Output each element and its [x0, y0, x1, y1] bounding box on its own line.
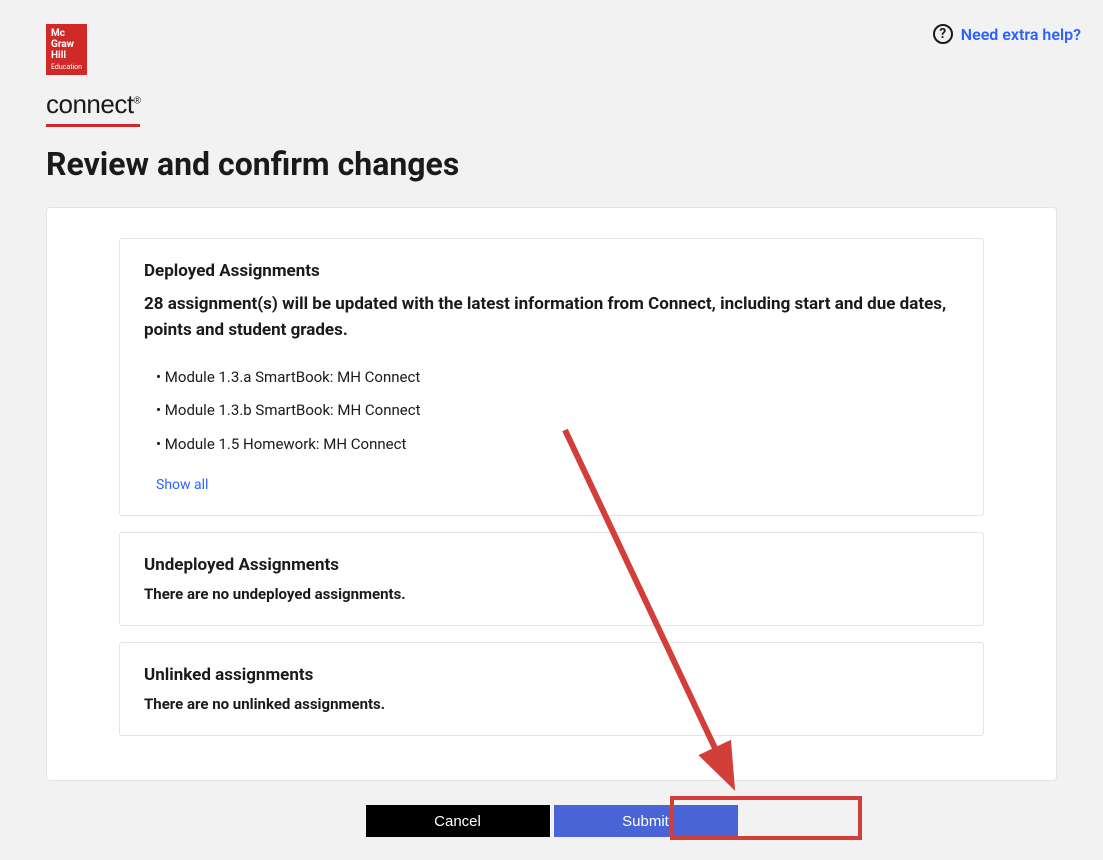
undeployed-assignments-card: Undeployed Assignments There are no unde… [119, 532, 984, 626]
deployed-title: Deployed Assignments [144, 261, 959, 281]
logo-block: McGrawHillEducation connect® [46, 24, 140, 145]
unlinked-assignments-card: Unlinked assignments There are no unlink… [119, 642, 984, 736]
list-item: Module 1.5 Homework: MH Connect [156, 435, 959, 455]
list-item: Module 1.3.b SmartBook: MH Connect [156, 401, 959, 421]
help-icon: ? [933, 24, 953, 44]
connect-brand: connect® [46, 89, 140, 127]
list-item: Module 1.3.a SmartBook: MH Connect [156, 368, 959, 388]
mcgraw-hill-logo: McGrawHillEducation [46, 24, 87, 75]
page-title: Review and confirm changes [0, 145, 1103, 183]
undeployed-empty: There are no undeployed assignments. [144, 585, 959, 603]
header-row: McGrawHillEducation connect® ? Need extr… [0, 0, 1103, 145]
deployed-list: Module 1.3.a SmartBook: MH Connect Modul… [144, 368, 959, 455]
undeployed-title: Undeployed Assignments [144, 555, 959, 575]
button-row: Cancel Submit [0, 805, 1103, 837]
unlinked-title: Unlinked assignments [144, 665, 959, 685]
unlinked-empty: There are no unlinked assignments. [144, 695, 959, 713]
submit-button[interactable]: Submit [554, 805, 738, 837]
help-link[interactable]: ? Need extra help? [933, 24, 1081, 44]
deployed-assignments-card: Deployed Assignments 28 assignment(s) wi… [119, 238, 984, 516]
show-all-link[interactable]: Show all [144, 477, 208, 493]
help-label: Need extra help? [961, 25, 1081, 44]
cancel-button[interactable]: Cancel [366, 805, 550, 837]
main-panel: Deployed Assignments 28 assignment(s) wi… [46, 207, 1057, 781]
deployed-description: 28 assignment(s) will be updated with th… [144, 291, 959, 344]
